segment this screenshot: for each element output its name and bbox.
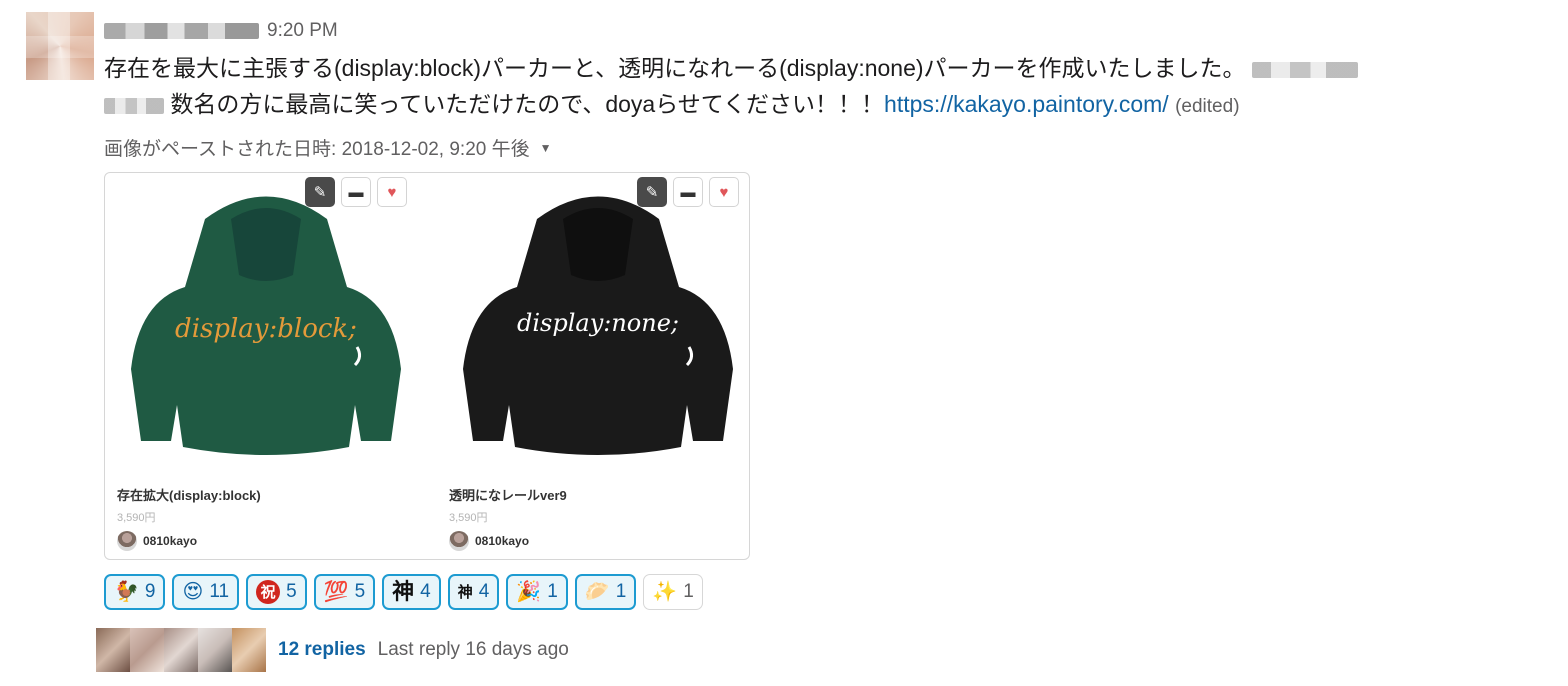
product-title[interactable]: 透明になレールver9 — [449, 485, 567, 504]
iwai-icon: 祝 — [256, 580, 281, 604]
folder-icon[interactable]: ▬ — [673, 177, 703, 207]
reaction-kami[interactable]: 神 4 — [382, 574, 441, 610]
edited-label: (edited) — [1175, 96, 1240, 117]
pencil-icon[interactable]: ✎ — [305, 177, 335, 207]
reaction-iwai[interactable]: 祝 5 — [246, 574, 307, 610]
hundred-icon: 💯 — [323, 581, 349, 603]
reaction-count: 1 — [683, 581, 694, 602]
last-reply-time: Last reply 16 days ago — [377, 639, 569, 660]
image-actions: ✎ ▬ ♥ — [305, 177, 407, 207]
gyoza-icon: 🥟 — [584, 581, 610, 603]
product-card[interactable]: display:block; ✎ ▬ ♥ 存在拡大(display:block)… — [105, 173, 427, 559]
reply-avatar — [198, 628, 232, 672]
image-actions: ✎ ▬ ♥ — [637, 177, 739, 207]
tada-icon: 🎉 — [516, 581, 542, 603]
svg-text:display:block;: display:block; — [175, 314, 357, 344]
sender-avatar[interactable] — [26, 12, 94, 80]
message-text-line2: 数名の方に最高に笑っていただけたので、doyaらせてください！！！ — [170, 91, 885, 117]
message-link[interactable]: https://kakayo.paintory.com/ — [884, 91, 1169, 117]
reaction-count: 4 — [420, 581, 431, 602]
message-header: 9:20 PM — [104, 18, 338, 44]
reply-avatar — [164, 628, 198, 672]
rooster-icon: 🐓 — [114, 581, 139, 603]
heart-eyes-icon: 😍 — [182, 581, 204, 603]
paste-meta-text: 画像がペーストされた日時: 2018-12-02, 9:20 午後 — [104, 139, 530, 160]
heart-icon[interactable]: ♥ — [377, 177, 407, 207]
seller-name: 0810kayo — [475, 534, 530, 548]
seller-name: 0810kayo — [143, 534, 198, 548]
reaction-count: 11 — [209, 581, 230, 602]
reaction-sparkles[interactable]: ✨ 1 — [643, 574, 703, 610]
reaction-kami-small[interactable]: 神 4 — [447, 574, 500, 610]
reaction-count: 4 — [478, 581, 490, 602]
product-title[interactable]: 存在拡大(display:block) — [117, 485, 261, 504]
product-card[interactable]: display:none; ✎ ▬ ♥ 透明になレールver9 3,590円 0… — [437, 173, 749, 559]
reaction-tada[interactable]: 🎉 1 — [506, 574, 568, 610]
product-price: 3,590円 — [449, 512, 488, 524]
reactions-bar: 🐓 9 😍 11 祝 5 💯 5 神 4 神 4 🎉 1 🥟 1 ✨ 1 — [104, 574, 703, 610]
product-seller[interactable]: 0810kayo — [117, 531, 197, 551]
reaction-count: 1 — [615, 581, 627, 602]
message-body: 存在を最大に主張する(display:block)パーカーと、透明になれーる(d… — [104, 50, 1544, 125]
pencil-icon[interactable]: ✎ — [637, 177, 667, 207]
hoodie-image[interactable]: display:none; ✎ ▬ ♥ — [437, 173, 749, 473]
seller-avatar — [449, 531, 469, 551]
redacted-text — [104, 97, 164, 114]
redacted-text — [1251, 61, 1358, 78]
seller-avatar — [117, 531, 137, 551]
kami-small-icon: 神 — [457, 583, 473, 601]
message-timestamp[interactable]: 9:20 PM — [267, 20, 338, 42]
reaction-count: 1 — [547, 581, 558, 602]
image-attachment[interactable]: display:block; ✎ ▬ ♥ 存在拡大(display:block)… — [104, 172, 750, 560]
folder-icon[interactable]: ▬ — [341, 177, 371, 207]
thread-summary[interactable]: 12 replies Last reply 16 days ago — [96, 628, 569, 672]
reaction-count: 5 — [286, 581, 297, 602]
reaction-gyoza[interactable]: 🥟 1 — [574, 574, 637, 610]
reaction-rooster[interactable]: 🐓 9 — [104, 574, 166, 610]
replies-count[interactable]: 12 replies — [278, 639, 366, 661]
svg-text:display:none;: display:none; — [517, 309, 679, 337]
kami-icon: 神 — [392, 579, 415, 604]
chevron-down-icon[interactable]: ▼ — [540, 141, 552, 155]
reply-avatar — [232, 628, 266, 672]
sender-name-blurred[interactable] — [104, 23, 259, 39]
hoodie-icon: display:block; — [131, 196, 401, 455]
product-seller[interactable]: 0810kayo — [449, 531, 529, 551]
message-text-line1: 存在を最大に主張する(display:block)パーカーと、透明になれーる(d… — [104, 55, 1246, 81]
reply-avatar — [96, 628, 130, 672]
product-price: 3,590円 — [117, 512, 156, 524]
reaction-count: 5 — [354, 581, 366, 602]
sparkles-icon: ✨ — [652, 581, 678, 603]
reply-avatars — [96, 628, 266, 672]
paste-meta: 画像がペーストされた日時: 2018-12-02, 9:20 午後 ▼ — [104, 134, 552, 161]
reaction-100[interactable]: 💯 5 — [313, 574, 376, 610]
reaction-heart-eyes[interactable]: 😍 11 — [172, 574, 240, 610]
reply-avatar — [130, 628, 164, 672]
hoodie-icon: display:none; — [463, 196, 733, 455]
reaction-count: 9 — [144, 581, 156, 602]
hoodie-image[interactable]: display:block; ✎ ▬ ♥ — [105, 173, 427, 473]
heart-icon[interactable]: ♥ — [709, 177, 739, 207]
